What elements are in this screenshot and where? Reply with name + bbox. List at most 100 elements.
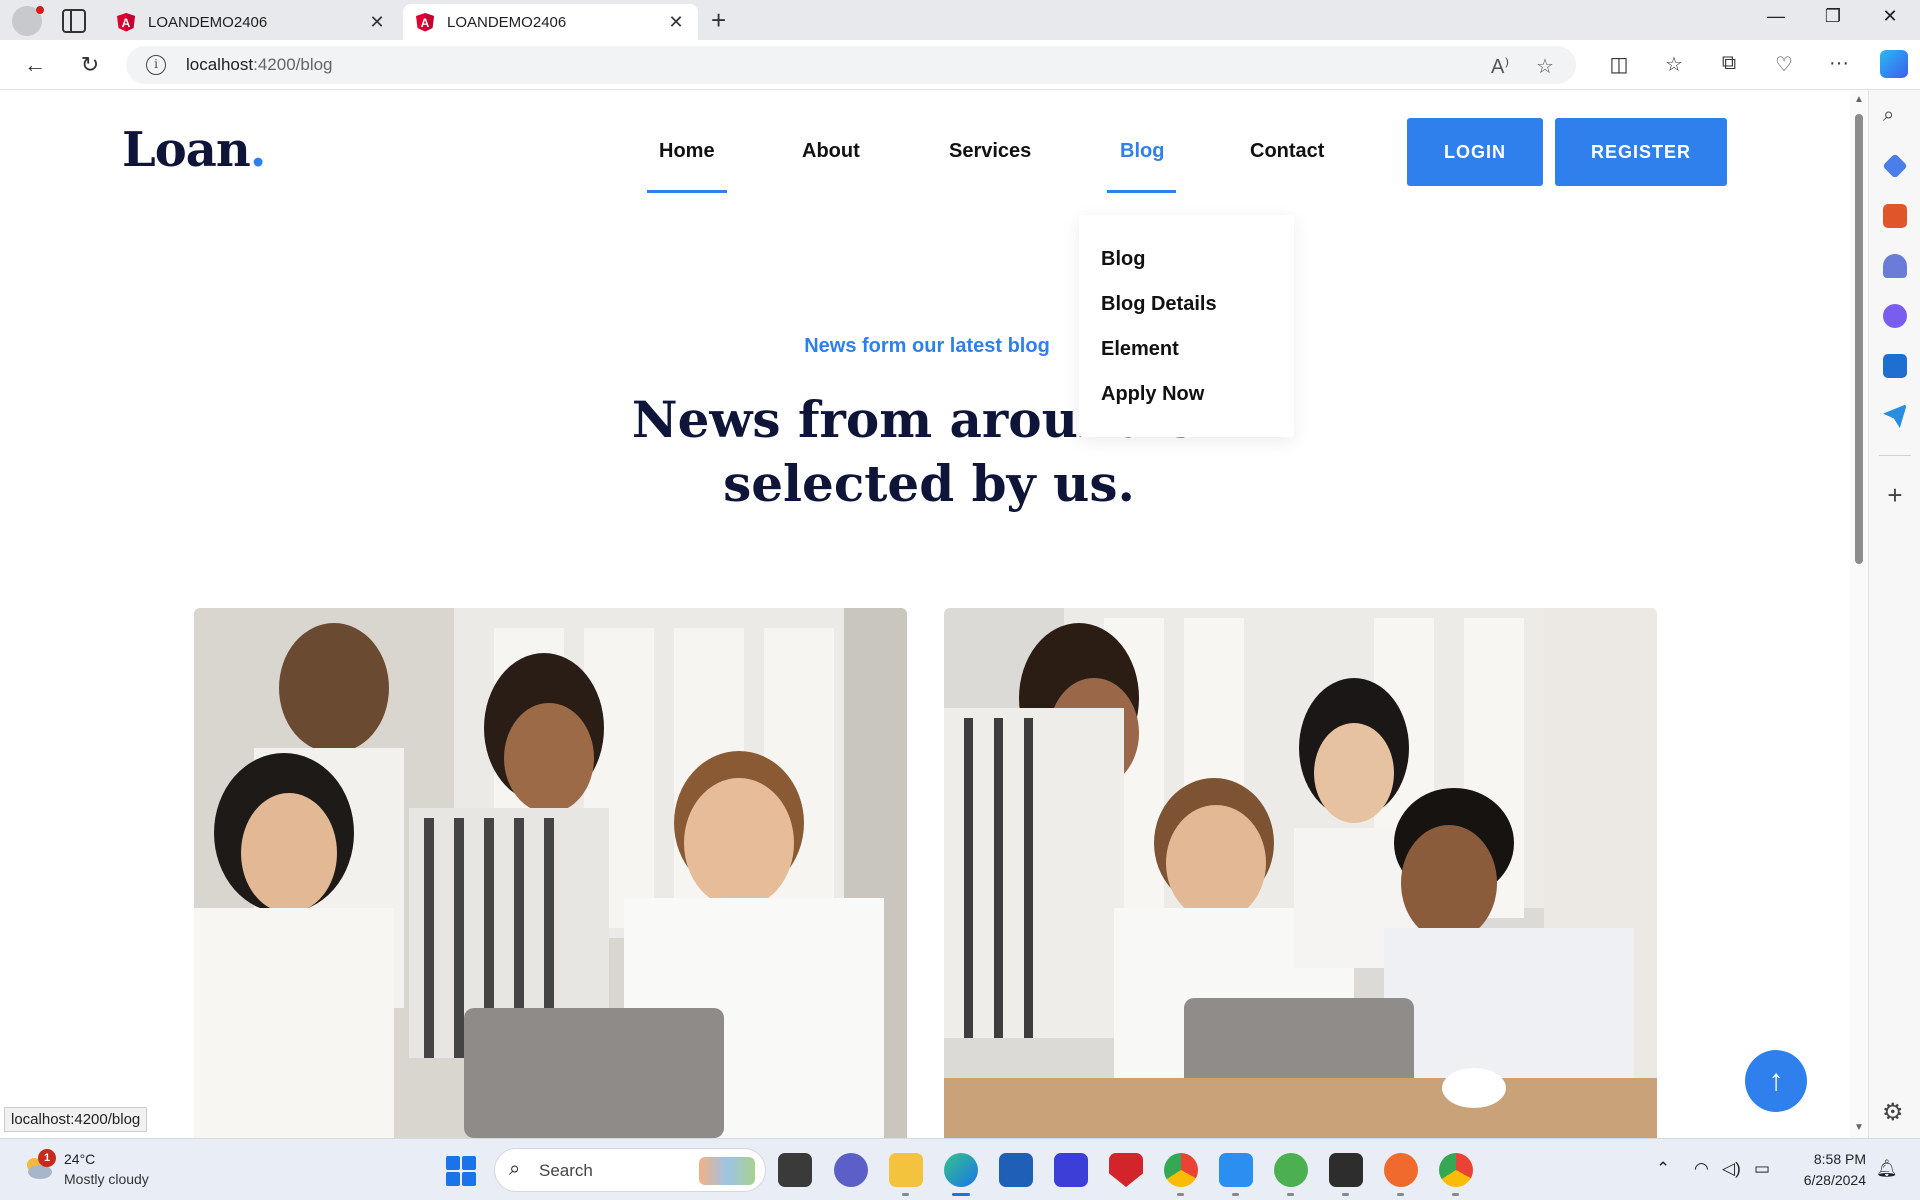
url-field[interactable]: i localhost:4200/blog A⁾ ☆ xyxy=(126,46,1576,84)
tab-title: LOANDEMO2406 xyxy=(148,13,268,31)
read-aloud-icon[interactable]: A⁾ xyxy=(1491,54,1509,79)
weather-description[interactable]: Mostly cloudy xyxy=(64,1171,149,1187)
wifi-icon[interactable]: ◠ xyxy=(1694,1159,1709,1179)
nav-contact[interactable]: Contact xyxy=(1250,140,1324,163)
close-tab-icon[interactable]: ✕ xyxy=(666,12,686,33)
tab-actions-icon[interactable] xyxy=(62,9,86,33)
windows-start-icon[interactable] xyxy=(446,1156,476,1186)
games-icon[interactable] xyxy=(1883,254,1907,278)
blog-image-2[interactable] xyxy=(944,608,1657,1138)
outlook-icon[interactable] xyxy=(1883,354,1907,378)
section-subheading: News form our latest blog xyxy=(804,335,1050,357)
dropdown-item-apply-now[interactable]: Apply Now xyxy=(1101,383,1204,406)
add-sidebar-app-icon[interactable]: + xyxy=(1883,480,1907,511)
angular-favicon-icon: A xyxy=(116,12,136,32)
blog-dropdown-menu: Blog Blog Details Element Apply Now xyxy=(1079,215,1294,437)
favorite-star-icon[interactable]: ☆ xyxy=(1536,54,1554,79)
weather-temperature[interactable]: 24°C xyxy=(64,1151,95,1167)
angular-favicon-icon: A xyxy=(415,12,435,32)
browser-tab-1[interactable]: A LOANDEMO2406 ✕ xyxy=(104,4,399,40)
url-host: localhost xyxy=(186,55,254,74)
send-icon[interactable] xyxy=(1883,404,1907,428)
nav-blog[interactable]: Blog xyxy=(1120,140,1164,163)
microsoft-store-icon[interactable] xyxy=(999,1153,1033,1187)
task-view-icon[interactable] xyxy=(778,1153,812,1187)
edge-browser-icon[interactable] xyxy=(944,1153,978,1196)
copilot-icon[interactable] xyxy=(1880,50,1908,78)
logo-text: Loan xyxy=(122,122,251,178)
heading-line-2: selected by us. xyxy=(723,454,1135,513)
clock-time[interactable]: 8:58 PM xyxy=(1790,1151,1866,1167)
windows-taskbar: 1 24°C Mostly cloudy ⌕ Search ⌃ ◠ ◁) ▭ 8… xyxy=(0,1138,1920,1200)
search-highlight-art-icon xyxy=(699,1157,755,1185)
terminal-icon[interactable] xyxy=(1329,1153,1363,1196)
refresh-icon[interactable]: ↻ xyxy=(75,50,105,80)
more-menu-icon[interactable]: ··· xyxy=(1826,52,1852,75)
clock-date[interactable]: 6/28/2024 xyxy=(1780,1172,1866,1188)
settings-gear-icon[interactable]: ⚙ xyxy=(1882,1098,1904,1127)
new-tab-icon[interactable]: + xyxy=(711,6,726,34)
nav-services[interactable]: Services xyxy=(949,140,1031,163)
split-screen-icon[interactable]: ◫ xyxy=(1606,52,1632,77)
tools-icon[interactable] xyxy=(1883,204,1907,228)
page-scrollbar[interactable]: ▲ ▼ xyxy=(1850,90,1868,1138)
volume-icon[interactable]: ◁) xyxy=(1722,1159,1741,1179)
chrome-profile-icon[interactable] xyxy=(1164,1153,1198,1196)
address-bar: ← ↻ i localhost:4200/blog A⁾ ☆ ◫ ☆ ⧉ ♡ ·… xyxy=(0,40,1920,90)
favorites-icon[interactable]: ☆ xyxy=(1661,52,1687,77)
file-explorer-icon[interactable] xyxy=(889,1153,923,1196)
tab-title: LOANDEMO2406 xyxy=(447,13,567,31)
show-hidden-icons-chevron-up-icon[interactable]: ⌃ xyxy=(1656,1159,1670,1179)
battery-icon[interactable]: ▭ xyxy=(1754,1159,1770,1179)
shopping-tag-icon[interactable] xyxy=(1882,153,1908,179)
page-viewport: Loan. Home About Services Blog Contact L… xyxy=(4,90,1850,1138)
profile-avatar-icon[interactable] xyxy=(12,6,44,36)
notifications-bell-icon[interactable]: 🔔︎ xyxy=(1876,1159,1898,1179)
edge-sidebar: ⌕ + ⚙ xyxy=(1868,90,1920,1138)
close-tab-icon[interactable]: ✕ xyxy=(367,12,387,33)
restore-icon[interactable]: ❐ xyxy=(1813,6,1853,27)
login-button[interactable]: LOGIN xyxy=(1407,118,1543,186)
scroll-to-top-button[interactable]: ↑ xyxy=(1745,1050,1807,1112)
nav-home[interactable]: Home xyxy=(659,140,715,163)
taskbar-search-label: Search xyxy=(539,1161,593,1180)
browser-tab-2[interactable]: A LOANDEMO2406 ✕ xyxy=(403,4,698,40)
minimize-icon[interactable]: — xyxy=(1756,6,1796,27)
scroll-down-arrow-icon[interactable]: ▼ xyxy=(1854,1122,1864,1133)
back-arrow-icon[interactable]: ← xyxy=(20,50,50,80)
blog-image-1[interactable] xyxy=(194,608,907,1138)
site-logo[interactable]: Loan. xyxy=(122,122,267,178)
teams-chat-icon[interactable] xyxy=(834,1153,868,1187)
status-bar-url: localhost:4200/blog xyxy=(4,1107,148,1132)
search-icon[interactable]: ⌕ xyxy=(1883,104,1907,128)
dropdown-item-blog[interactable]: Blog xyxy=(1101,248,1145,271)
url-path: :4200/blog xyxy=(253,55,333,74)
dropdown-item-element[interactable]: Element xyxy=(1101,338,1179,361)
power-automate-icon[interactable] xyxy=(1054,1153,1088,1187)
browser-tab-bar: A LOANDEMO2406 ✕ A LOANDEMO2406 ✕ + — ❐ … xyxy=(0,0,1920,40)
logo-dot: . xyxy=(249,122,267,178)
weather-notification-badge: 1 xyxy=(38,1149,56,1167)
collections-icon[interactable]: ⧉ xyxy=(1716,52,1742,75)
dropdown-item-blog-details[interactable]: Blog Details xyxy=(1101,293,1217,316)
taskbar-search-box[interactable]: ⌕ Search xyxy=(494,1148,766,1192)
search-icon: ⌕ xyxy=(509,1158,521,1180)
nav-about[interactable]: About xyxy=(802,140,860,163)
scrollbar-thumb[interactable] xyxy=(1855,114,1863,564)
postman-icon[interactable] xyxy=(1384,1153,1418,1196)
nav-home-underline xyxy=(647,190,727,193)
chrome-profile-p-icon[interactable] xyxy=(1439,1153,1473,1196)
close-window-icon[interactable]: ✕ xyxy=(1870,6,1910,27)
mcafee-icon[interactable] xyxy=(1109,1153,1143,1187)
sidebar-divider xyxy=(1879,455,1911,456)
vscode-icon[interactable] xyxy=(1219,1153,1253,1196)
url-text[interactable]: localhost:4200/blog xyxy=(186,55,333,75)
nav-blog-underline xyxy=(1107,190,1176,193)
gradle-icon[interactable] xyxy=(1274,1153,1308,1196)
scroll-up-arrow-icon[interactable]: ▲ xyxy=(1854,94,1864,105)
browser-essentials-icon[interactable]: ♡ xyxy=(1771,52,1797,77)
register-button[interactable]: REGISTER xyxy=(1555,118,1727,186)
svg-text:A: A xyxy=(421,16,430,30)
site-info-icon[interactable]: i xyxy=(146,55,166,75)
copilot-apps-icon[interactable] xyxy=(1883,304,1907,328)
